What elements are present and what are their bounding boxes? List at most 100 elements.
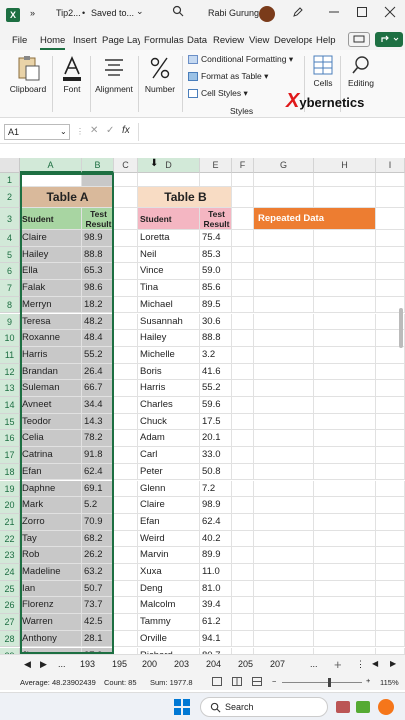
grid-cell[interactable] [254,580,314,598]
grid-cell[interactable] [254,530,314,548]
clipboard-group[interactable]: Clipboard [8,54,48,94]
table-b-student[interactable]: Michael [138,296,200,314]
row-header-6[interactable]: 6 [0,263,20,281]
zoom-in-icon[interactable]: + [366,676,370,685]
grid-cell[interactable] [254,280,314,297]
table-a-result[interactable]: 26.4 [82,363,114,381]
row-header-10[interactable]: 10 [0,330,20,347]
table-a-student[interactable]: Madeline [20,564,82,581]
sheet-more-options-icon[interactable]: ⋮ [356,659,365,670]
row-header-27[interactable]: 27 [0,614,20,631]
table-a-student[interactable]: Warren [20,614,82,631]
table-a-student[interactable]: Rob [20,547,82,564]
table-b-student[interactable]: Charles [138,397,200,414]
table-b-student[interactable]: Deng [138,580,200,598]
row-header-5[interactable]: 5 [0,246,20,264]
tab-data[interactable]: Data [187,35,207,46]
table-a-student[interactable]: Harris [20,346,82,364]
prev-sheet-icon[interactable]: ◀ [24,659,31,670]
zoom-slider[interactable] [282,682,362,683]
table-a-result[interactable]: 5.2 [82,497,114,514]
row-header-3[interactable]: 3 [0,208,20,230]
grid-cell[interactable] [232,330,254,347]
grid-cell[interactable] [232,630,254,648]
table-a-student[interactable]: Efan [20,463,82,481]
table-b-result[interactable]: 33.0 [200,447,232,464]
table-b-result[interactable]: 88.8 [200,330,232,347]
table-a-result[interactable]: 68.2 [82,530,114,548]
grid-cell[interactable] [232,296,254,314]
grid-cell[interactable] [314,547,376,564]
grid-cell[interactable] [114,263,138,281]
taskbar-app-icon[interactable] [356,701,370,713]
grid-cell[interactable] [114,630,138,648]
grid-cell[interactable] [114,547,138,564]
table-a-student[interactable]: Tay [20,530,82,548]
table-a-result[interactable]: 26.2 [82,547,114,564]
row-header-16[interactable]: 16 [0,430,20,448]
table-b-student[interactable]: Vince [138,263,200,281]
row-header-1[interactable]: 1 [0,173,20,187]
table-a-result[interactable]: 28.1 [82,630,114,648]
tab-review[interactable]: Review [213,35,244,46]
table-a-result[interactable]: 34.4 [82,397,114,414]
grid-cell[interactable] [376,230,405,247]
grid-cell[interactable] [314,630,376,648]
grid-cell[interactable] [114,580,138,598]
grid-cell[interactable] [376,547,405,564]
grid-cell[interactable] [232,208,254,230]
row-header-24[interactable]: 24 [0,564,20,581]
maximize-icon[interactable] [356,6,368,20]
grid-cell[interactable] [114,430,138,448]
table-a-header-student[interactable]: Student [20,208,82,230]
add-sheet-icon[interactable]: + [334,657,342,672]
grid-cell[interactable] [376,564,405,581]
grid-cell[interactable] [314,246,376,264]
grid-cell[interactable] [232,397,254,414]
number-group[interactable]: Number [142,54,178,94]
table-b-result[interactable]: 61.2 [200,614,232,631]
select-all-corner[interactable] [0,158,20,173]
column-header-h[interactable]: H [314,158,376,173]
table-b-student[interactable]: Peter [138,463,200,481]
table-b-result[interactable]: 11.0 [200,564,232,581]
firefox-icon[interactable] [378,699,394,715]
grid-cell[interactable] [254,397,314,414]
format-as-table-button[interactable]: Format as Table ▾ [188,71,298,88]
more-options-icon[interactable]: ⋮ [76,127,84,136]
grid-cell[interactable] [376,413,405,431]
column-header-f[interactable]: F [232,158,254,173]
grid-cell[interactable] [82,173,114,187]
table-b-student[interactable]: Marvin [138,547,200,564]
grid-cell[interactable] [114,497,138,514]
row-header-22[interactable]: 22 [0,530,20,548]
column-header-c[interactable]: C [114,158,138,173]
grid-cell[interactable] [254,497,314,514]
tab-view[interactable]: View [249,35,269,46]
table-b-result[interactable]: 59.0 [200,263,232,281]
grid-cell[interactable] [314,447,376,464]
table-b-student[interactable]: Adam [138,430,200,448]
table-b-result[interactable]: 89.5 [200,296,232,314]
comments-button[interactable] [348,32,370,47]
grid-cell[interactable] [114,513,138,531]
grid-cell[interactable] [314,363,376,381]
column-header-b[interactable]: B [82,158,114,173]
grid-cell[interactable] [232,413,254,431]
grid-cell[interactable] [314,463,376,481]
conditional-formatting-button[interactable]: Conditional Formatting ▾ [188,54,298,71]
grid-cell[interactable] [314,230,376,247]
grid-cell[interactable] [376,497,405,514]
name-box-dropdown-icon[interactable]: ⌄ [60,127,67,136]
table-a-student[interactable]: Celia [20,430,82,448]
cells-group[interactable]: Cells [308,54,338,88]
table-a-student[interactable]: Falak [20,280,82,297]
table-a-result[interactable]: 55.2 [82,346,114,364]
grid-cell[interactable] [232,173,254,187]
grid-cell[interactable] [376,280,405,297]
grid-cell[interactable] [114,296,138,314]
grid-cell[interactable] [232,580,254,598]
table-a-result[interactable]: 73.7 [82,597,114,615]
sheet-tab-203[interactable]: 203 [174,659,189,669]
column-header-e[interactable]: E [200,158,232,173]
